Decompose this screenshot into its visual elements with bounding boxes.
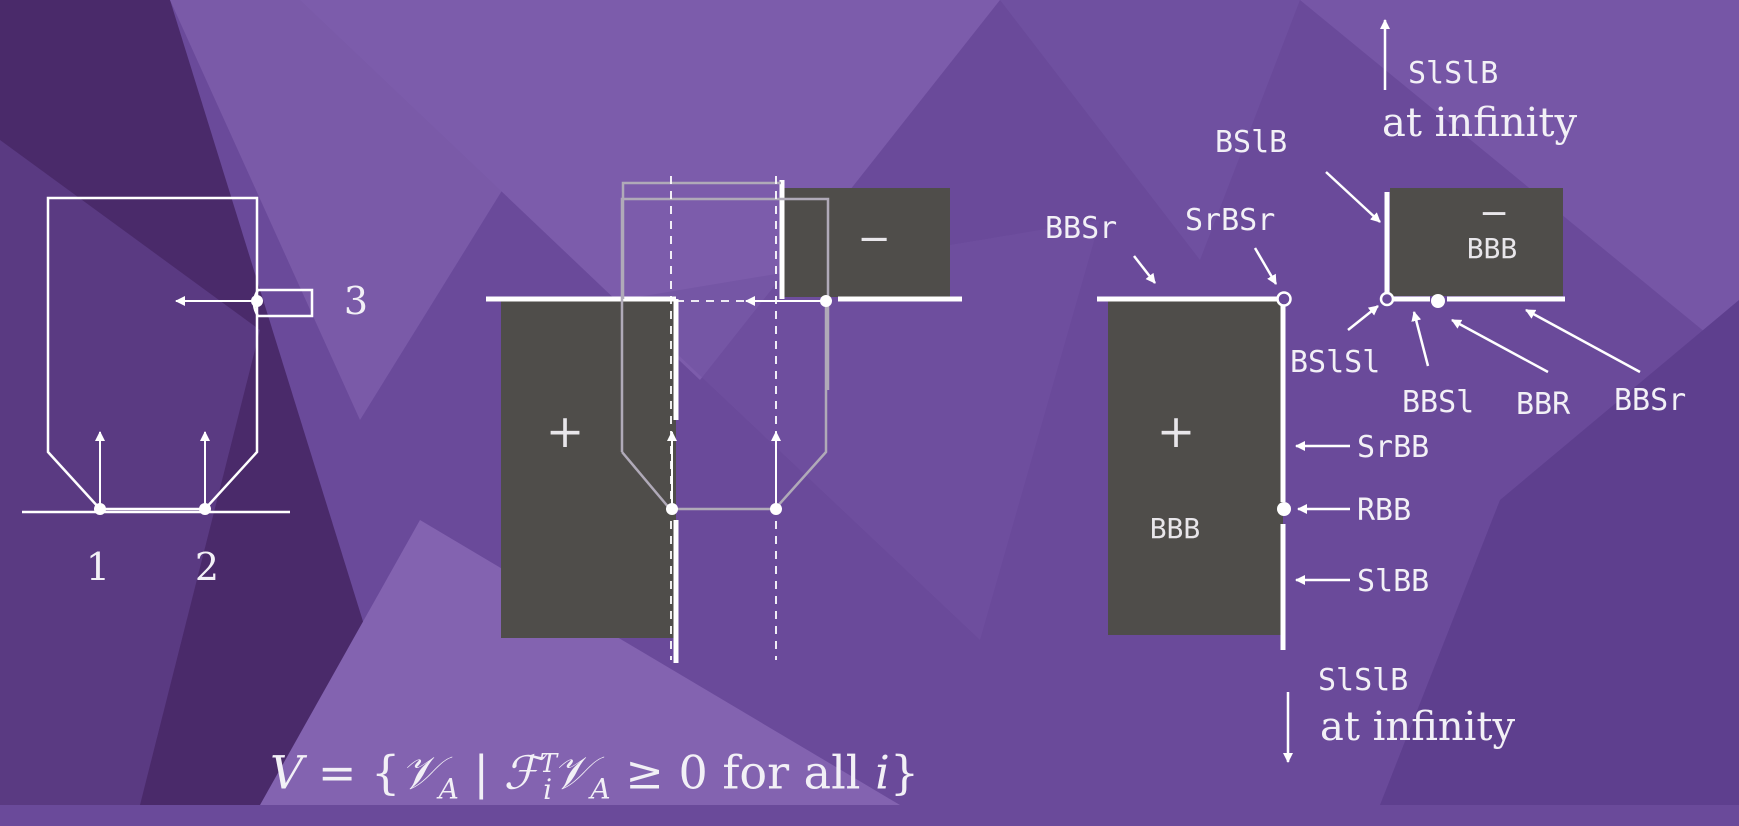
formula-bar: | [473, 745, 489, 800]
label-bbsr-left: BBSr [1045, 211, 1117, 246]
rbb-point [1277, 502, 1291, 516]
contact-point-1 [666, 503, 678, 515]
top-infinity-label: SlSlB [1408, 56, 1498, 91]
top-block-sign: − [857, 216, 891, 262]
label-slbb: SlBB [1357, 564, 1429, 599]
velocity-set-formula: V = {𝒱A | ℱTi𝒱A ≥ 0 for all i} [270, 728, 1130, 805]
contact-label-3: 3 [344, 279, 368, 323]
contact-point-2 [199, 503, 211, 515]
formula-va-sub: A [438, 772, 459, 806]
bottom-infinity-label: SlSlB [1318, 663, 1408, 698]
bottom-block [1108, 301, 1283, 635]
label-bbr: BBR [1516, 387, 1571, 422]
contact-label-2: 2 [195, 545, 219, 589]
label-bslb: BSlB [1215, 125, 1287, 160]
bbr-point [1431, 294, 1445, 308]
bottom-block-sign: + [546, 404, 585, 458]
formula-close: } [889, 745, 920, 800]
top-block-label: BBB [1467, 232, 1518, 265]
formula-va2: 𝒱 [552, 745, 591, 800]
formula-f: ℱ [503, 745, 540, 800]
label-srbb: SrBB [1357, 430, 1429, 465]
formula-va: 𝒱 [400, 745, 439, 800]
contact-point-2 [770, 503, 782, 515]
contact-label-1: 1 [86, 545, 110, 589]
contact-point-1 [94, 503, 106, 515]
label-rbb: RBB [1357, 493, 1411, 528]
top-block-sign: − [1479, 193, 1509, 234]
formula-for-all: for all [722, 745, 861, 800]
formula-eq: = { [317, 745, 401, 800]
label-bslsl: BSlSl [1290, 345, 1380, 380]
label-bbsl: BBSl [1402, 385, 1474, 420]
contact-point-3 [820, 295, 832, 307]
label-bbsr-right: BBSr [1614, 383, 1686, 418]
top-infinity-caption: at infinity [1382, 100, 1578, 146]
formula-va2-sub: A [590, 772, 611, 806]
formula-i: i [875, 745, 890, 800]
formula-v: V [270, 745, 304, 800]
diagram-canvas: 1 2 3 − + − BBB + BBB SlSlB at infinity … [0, 0, 1739, 805]
bottom-block-sign: + [1157, 404, 1196, 458]
contact-point-3 [251, 295, 263, 307]
bottom-block-label: BBB [1150, 512, 1201, 545]
bottom-block [501, 301, 676, 638]
label-srbsr: SrBSr [1185, 203, 1275, 238]
formula-f-sub: i [543, 772, 553, 806]
bslsl-point [1379, 291, 1395, 307]
bottom-infinity-caption: at infinity [1320, 704, 1516, 750]
formula-geq: ≥ 0 [625, 745, 708, 800]
srbsr-point [1276, 291, 1292, 307]
